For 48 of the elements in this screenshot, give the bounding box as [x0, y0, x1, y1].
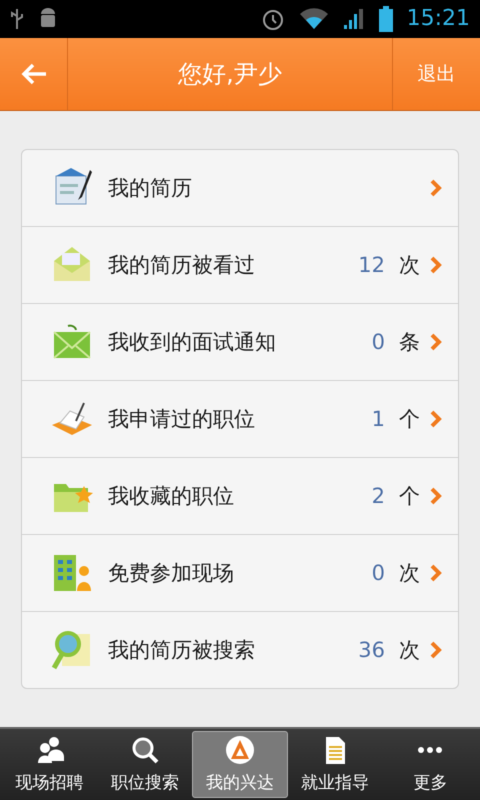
battery-icon [378, 6, 393, 32]
nav-tab[interactable]: 就业指导 [288, 730, 383, 798]
count-unit: 个 [399, 406, 420, 433]
nav-tab[interactable]: 我的兴达 [192, 730, 288, 798]
more-icon [417, 746, 444, 754]
count-value: 0 [372, 330, 385, 354]
signal-icon [342, 6, 365, 31]
menu-label: 我收藏的职位 [108, 482, 235, 510]
menu-item[interactable]: 我收藏的职位 2 个 [22, 456, 458, 534]
chevron-icon [430, 640, 442, 659]
menu-label: 我的简历 [108, 174, 193, 202]
chevron-icon [430, 564, 442, 582]
logo-icon [225, 734, 255, 765]
chevron-icon [430, 332, 442, 351]
chevron-icon [430, 178, 442, 197]
menu-item[interactable]: 我申请过的职位 1 个 [22, 380, 458, 457]
menu-label: 我收到的面试通知 [108, 328, 277, 356]
count-value: 1 [372, 406, 385, 431]
menu-item[interactable]: 我收到的面试通知 0 条 [22, 302, 458, 380]
count-unit: 个 [399, 482, 420, 510]
count-value: 36 [358, 638, 385, 662]
menu-label: 我的简历被看过 [108, 252, 256, 279]
wifi-icon [298, 8, 329, 30]
clock-time: 15:21 [406, 6, 470, 32]
count-value: 2 [372, 484, 385, 508]
nav-tab[interactable]: 现场招聘 [2, 730, 98, 798]
menu-item[interactable]: 我的简历被看过 12 次 [22, 226, 458, 303]
nav-tab[interactable]: 更多 [382, 730, 478, 798]
usb-icon [10, 8, 24, 30]
nav-tab[interactable]: 职位搜索 [97, 730, 192, 798]
chevron-icon [430, 410, 442, 428]
count-value: 12 [358, 252, 385, 277]
count-unit: 次 [399, 252, 420, 279]
count-value: 0 [372, 560, 385, 585]
menu-item[interactable]: 我的简历被搜索 36 次 [22, 610, 458, 688]
chevron-icon [430, 256, 442, 274]
menu-label: 我申请过的职位 [108, 406, 256, 433]
search-icon [130, 734, 160, 765]
count-unit: 次 [399, 636, 420, 664]
header-title: 您好,尹少 [177, 58, 283, 90]
back-arrow-icon [20, 62, 48, 86]
chevron-icon [430, 486, 442, 505]
menu-label: 免费参加现场 [108, 560, 235, 587]
menu-item[interactable]: 我的简历 [22, 150, 458, 226]
count-unit: 条 [399, 328, 420, 356]
menu-item[interactable]: 免费参加现场 0 次 [22, 534, 458, 611]
count-unit: 次 [399, 560, 420, 587]
menu-label: 我的简历被搜索 [108, 636, 256, 664]
